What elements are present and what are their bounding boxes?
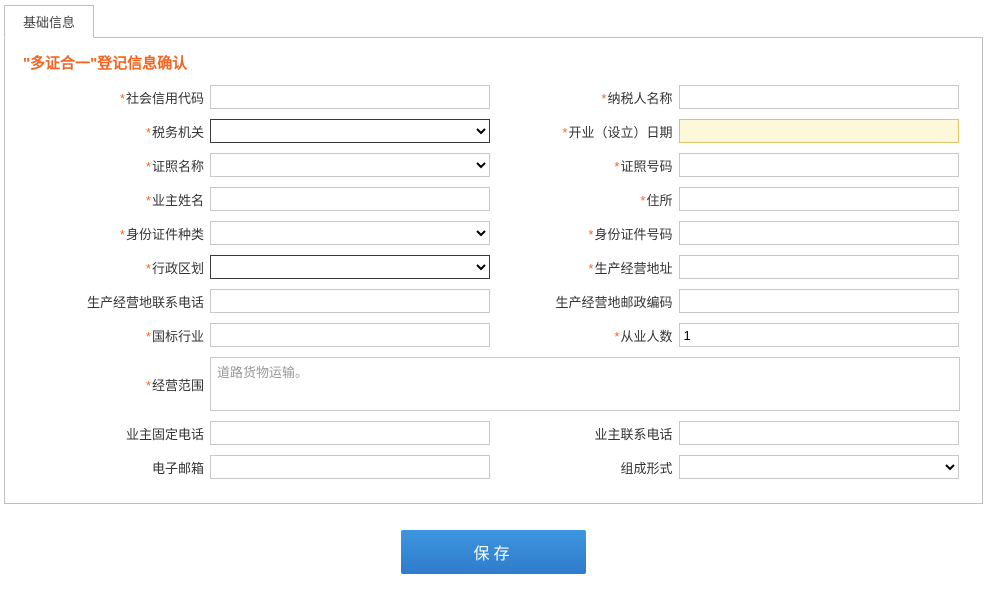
textarea-biz-scope[interactable] [210,357,960,411]
label-admin-division: *行政区划 [15,258,210,277]
input-employee-count[interactable] [679,323,959,347]
input-taxpayer-name[interactable] [679,85,959,109]
input-open-date[interactable] [679,119,959,143]
select-composition-form[interactable] [679,455,959,479]
select-tax-authority[interactable] [210,119,490,143]
label-employee-count: *从业人数 [494,326,679,345]
label-email: 电子邮箱 [15,458,210,477]
tab-basic-info[interactable]: 基础信息 [4,5,94,38]
label-biz-scope: *经营范围 [15,375,210,394]
label-taxpayer-name: *纳税人名称 [494,88,679,107]
label-owner-name: *业主姓名 [15,190,210,209]
input-owner-contact-phone[interactable] [679,421,959,445]
input-owner-name[interactable] [210,187,490,211]
label-biz-postal: 生产经营地邮政编码 [494,292,679,311]
select-cert-name[interactable] [210,153,490,177]
label-residence: *住所 [494,190,679,209]
select-id-type[interactable] [210,221,490,245]
tab-strip: 基础信息 "多证合一"登记信息确认 *社会信用代码 *纳税人名称 *税务机关 [4,4,983,504]
section-title: "多证合一"登记信息确认 [15,48,972,85]
label-open-date: *开业（设立）日期 [494,122,679,141]
input-id-number[interactable] [679,221,959,245]
label-composition-form: 组成形式 [494,458,679,477]
label-id-number: *身份证件号码 [494,224,679,243]
label-national-industry: *国标行业 [15,326,210,345]
save-button[interactable]: 保存 [401,530,585,574]
input-national-industry[interactable] [210,323,490,347]
label-cert-name: *证照名称 [15,156,210,175]
input-social-credit-code[interactable] [210,85,490,109]
input-owner-fixed-phone[interactable] [210,421,490,445]
input-biz-postal[interactable] [679,289,959,313]
label-biz-phone: 生产经营地联系电话 [15,292,210,311]
button-row: 保存 [4,530,983,574]
form-panel: "多证合一"登记信息确认 *社会信用代码 *纳税人名称 *税务机关 *开业（设立… [4,37,983,504]
input-residence[interactable] [679,187,959,211]
input-biz-address[interactable] [679,255,959,279]
input-biz-phone[interactable] [210,289,490,313]
label-biz-address: *生产经营地址 [494,258,679,277]
label-cert-number: *证照号码 [494,156,679,175]
label-owner-fixed-phone: 业主固定电话 [15,424,210,443]
select-admin-division[interactable] [210,255,490,279]
label-tax-authority: *税务机关 [15,122,210,141]
label-owner-contact-phone: 业主联系电话 [494,424,679,443]
input-email[interactable] [210,455,490,479]
label-id-type: *身份证件种类 [15,224,210,243]
input-cert-number[interactable] [679,153,959,177]
label-social-credit-code: *社会信用代码 [15,88,210,107]
